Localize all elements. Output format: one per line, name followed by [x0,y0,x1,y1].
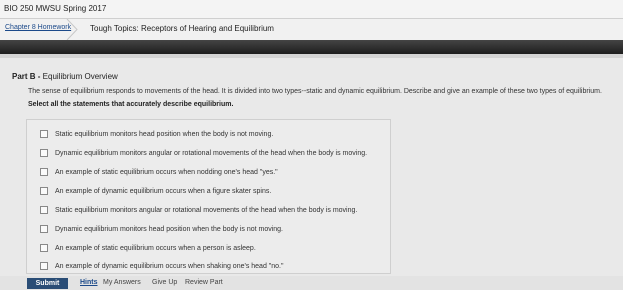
option-6[interactable]: Dynamic equilibrium monitors head positi… [40,225,283,233]
option-7[interactable]: An example of static equilibrium occurs … [40,244,256,252]
option-4[interactable]: An example of dynamic equilibrium occurs… [40,187,271,195]
checkbox[interactable] [40,130,48,138]
option-5[interactable]: Static equilibrium monitors angular or r… [40,206,357,214]
checkbox[interactable] [40,168,48,176]
checkbox[interactable] [40,244,48,252]
checkbox[interactable] [40,206,48,214]
part-title: Equilibrium Overview [42,72,118,81]
option-label: Static equilibrium monitors angular or r… [55,206,358,214]
give-up-link[interactable]: Give Up [152,279,177,286]
top-bar: BIO 250 MWSU Spring 2017 [0,0,623,19]
review-part-link[interactable]: Review Part [185,279,223,286]
option-label: An example of static equilibrium occurs … [55,244,256,252]
option-2[interactable]: Dynamic equilibrium monitors angular or … [40,149,367,157]
topic-title: Tough Topics: Receptors of Hearing and E… [90,24,274,33]
question-prompt: The sense of equilibrium responds to mov… [28,88,602,95]
breadcrumb: Chapter 8 Homework Tough Topics: Recepto… [0,19,623,40]
checkbox[interactable] [40,149,48,157]
part-label: Part B [12,72,36,81]
divider [0,54,623,58]
checkbox[interactable] [40,225,48,233]
checkbox[interactable] [40,262,48,270]
course-title: BIO 250 MWSU Spring 2017 [4,4,107,13]
checkbox[interactable] [40,187,48,195]
part-heading: Part B - Equilibrium Overview [12,72,118,81]
option-label: An example of dynamic equilibrium occurs… [55,262,284,270]
my-answers-link[interactable]: My Answers [103,279,141,286]
option-3[interactable]: An example of static equilibrium occurs … [40,168,278,176]
option-label: Dynamic equilibrium monitors angular or … [55,149,368,157]
option-label: An example of dynamic equilibrium occurs… [55,187,272,195]
option-label: An example of static equilibrium occurs … [55,168,278,176]
option-1[interactable]: Static equilibrium monitors head positio… [40,130,273,138]
hints-link[interactable]: Hints [80,279,98,286]
question-instruction: Select all the statements that accuratel… [28,101,234,108]
submit-button[interactable]: Submit [27,278,68,289]
answer-options: Static equilibrium monitors head positio… [26,119,391,274]
option-8[interactable]: An example of dynamic equilibrium occurs… [40,262,284,270]
option-label: Static equilibrium monitors head positio… [55,130,274,138]
breadcrumb-separator-icon [66,19,78,40]
chapter-homework-link[interactable]: Chapter 8 Homework [5,24,71,31]
toolbar-band [0,40,623,54]
option-label: Dynamic equilibrium monitors head positi… [55,225,284,233]
